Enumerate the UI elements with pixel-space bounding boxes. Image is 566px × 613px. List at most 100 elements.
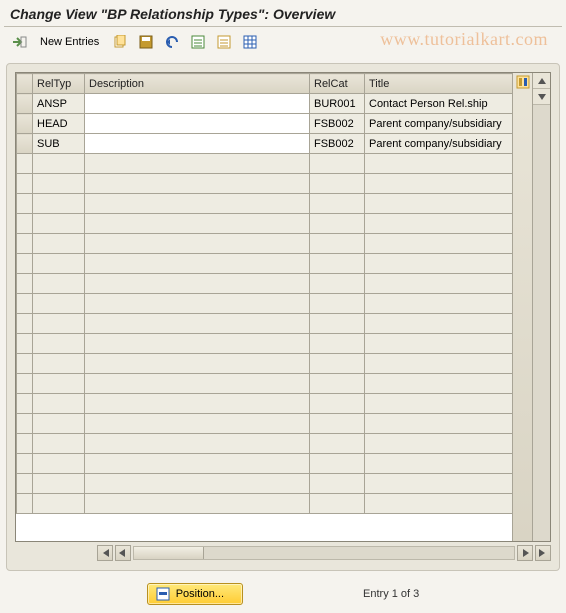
cell-reltyp[interactable] bbox=[33, 154, 85, 174]
table-row[interactable] bbox=[17, 454, 513, 474]
cell-relcat[interactable] bbox=[310, 274, 365, 294]
table-row[interactable] bbox=[17, 434, 513, 454]
cell-description[interactable] bbox=[85, 354, 310, 374]
cell-relcat[interactable] bbox=[310, 414, 365, 434]
cell-description[interactable] bbox=[85, 474, 310, 494]
cell-relcat[interactable] bbox=[310, 294, 365, 314]
cell-title[interactable] bbox=[365, 274, 513, 294]
table-row[interactable] bbox=[17, 234, 513, 254]
table-icon[interactable] bbox=[239, 31, 261, 53]
row-selector[interactable] bbox=[17, 174, 33, 194]
cell-description[interactable] bbox=[85, 414, 310, 434]
cell-description[interactable] bbox=[85, 94, 310, 114]
table-row[interactable] bbox=[17, 394, 513, 414]
cell-title[interactable] bbox=[365, 254, 513, 274]
row-selector[interactable] bbox=[17, 354, 33, 374]
table-row[interactable] bbox=[17, 374, 513, 394]
cell-description[interactable] bbox=[85, 434, 310, 454]
cell-reltyp[interactable] bbox=[33, 274, 85, 294]
copy-icon[interactable] bbox=[109, 31, 131, 53]
cell-relcat[interactable]: FSB002 bbox=[310, 134, 365, 154]
cell-description[interactable] bbox=[85, 394, 310, 414]
cell-description[interactable] bbox=[85, 174, 310, 194]
cell-title[interactable] bbox=[365, 374, 513, 394]
cell-description[interactable] bbox=[85, 214, 310, 234]
scroll-down-icon[interactable] bbox=[533, 89, 550, 105]
table-row[interactable] bbox=[17, 194, 513, 214]
row-selector[interactable] bbox=[17, 254, 33, 274]
cell-title[interactable] bbox=[365, 454, 513, 474]
cell-relcat[interactable] bbox=[310, 174, 365, 194]
table-row[interactable] bbox=[17, 154, 513, 174]
deselect-icon[interactable] bbox=[213, 31, 235, 53]
hscroll-right-end-icon[interactable] bbox=[535, 545, 551, 561]
row-selector[interactable] bbox=[17, 434, 33, 454]
cell-relcat[interactable] bbox=[310, 334, 365, 354]
hscroll-left-start-icon[interactable] bbox=[97, 545, 113, 561]
col-title[interactable]: Title bbox=[365, 74, 513, 94]
cell-title[interactable] bbox=[365, 474, 513, 494]
table-row[interactable]: ANSPBUR001Contact Person Rel.ship bbox=[17, 94, 513, 114]
cell-reltyp[interactable] bbox=[33, 434, 85, 454]
cell-relcat[interactable] bbox=[310, 434, 365, 454]
hscroll-right-icon[interactable] bbox=[517, 545, 533, 561]
cell-reltyp[interactable] bbox=[33, 354, 85, 374]
configure-columns-icon[interactable] bbox=[512, 73, 532, 541]
cell-reltyp[interactable] bbox=[33, 294, 85, 314]
cell-relcat[interactable] bbox=[310, 354, 365, 374]
cell-title[interactable] bbox=[365, 194, 513, 214]
col-reltyp[interactable]: RelTyp bbox=[33, 74, 85, 94]
table-row[interactable] bbox=[17, 254, 513, 274]
cell-reltyp[interactable] bbox=[33, 194, 85, 214]
cell-relcat[interactable] bbox=[310, 394, 365, 414]
col-relcat[interactable]: RelCat bbox=[310, 74, 365, 94]
cell-description[interactable] bbox=[85, 274, 310, 294]
cell-reltyp[interactable] bbox=[33, 234, 85, 254]
table-row[interactable] bbox=[17, 274, 513, 294]
cell-relcat[interactable] bbox=[310, 154, 365, 174]
cell-description[interactable] bbox=[85, 494, 310, 514]
cell-relcat[interactable]: BUR001 bbox=[310, 94, 365, 114]
cell-relcat[interactable] bbox=[310, 454, 365, 474]
cell-title[interactable] bbox=[365, 394, 513, 414]
cell-relcat[interactable] bbox=[310, 314, 365, 334]
cell-reltyp[interactable] bbox=[33, 494, 85, 514]
cell-reltyp[interactable] bbox=[33, 394, 85, 414]
undo-icon[interactable] bbox=[161, 31, 183, 53]
select-all-icon[interactable] bbox=[187, 31, 209, 53]
cell-reltyp[interactable] bbox=[33, 254, 85, 274]
cell-reltyp[interactable]: ANSP bbox=[33, 94, 85, 114]
hscroll-track[interactable] bbox=[133, 546, 515, 560]
row-selector[interactable] bbox=[17, 454, 33, 474]
cell-title[interactable] bbox=[365, 314, 513, 334]
cell-description[interactable] bbox=[85, 134, 310, 154]
expand-icon[interactable] bbox=[8, 31, 30, 53]
position-button[interactable]: Position... bbox=[147, 583, 243, 605]
row-selector[interactable] bbox=[17, 294, 33, 314]
row-selector[interactable] bbox=[17, 374, 33, 394]
row-selector[interactable] bbox=[17, 154, 33, 174]
cell-reltyp[interactable] bbox=[33, 414, 85, 434]
cell-title[interactable] bbox=[365, 154, 513, 174]
cell-title[interactable] bbox=[365, 334, 513, 354]
cell-relcat[interactable] bbox=[310, 234, 365, 254]
cell-description[interactable] bbox=[85, 254, 310, 274]
table-row[interactable] bbox=[17, 494, 513, 514]
cell-title[interactable]: Parent company/subsidiary bbox=[365, 114, 513, 134]
row-selector[interactable] bbox=[17, 194, 33, 214]
cell-relcat[interactable] bbox=[310, 214, 365, 234]
row-selector[interactable] bbox=[17, 494, 33, 514]
cell-description[interactable] bbox=[85, 334, 310, 354]
cell-reltyp[interactable] bbox=[33, 174, 85, 194]
cell-title[interactable] bbox=[365, 414, 513, 434]
table-row[interactable] bbox=[17, 334, 513, 354]
cell-title[interactable] bbox=[365, 234, 513, 254]
cell-title[interactable] bbox=[365, 294, 513, 314]
hscroll-thumb[interactable] bbox=[134, 547, 204, 559]
cell-description[interactable] bbox=[85, 454, 310, 474]
row-selector[interactable] bbox=[17, 214, 33, 234]
table-row[interactable] bbox=[17, 474, 513, 494]
row-selector[interactable] bbox=[17, 394, 33, 414]
cell-relcat[interactable]: FSB002 bbox=[310, 114, 365, 134]
cell-reltyp[interactable]: HEAD bbox=[33, 114, 85, 134]
